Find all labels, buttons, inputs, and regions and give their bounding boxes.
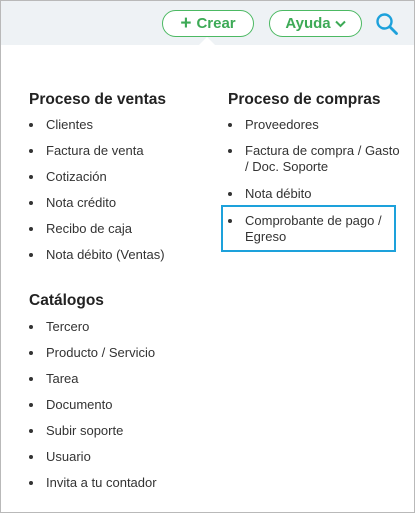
menu-item-subir-soporte[interactable]: Subir soporte: [29, 423, 157, 449]
menu-item-tercero[interactable]: Tercero: [29, 319, 157, 345]
menu-item-clientes[interactable]: Clientes: [29, 117, 165, 143]
menu-item-nota-debito-ventas[interactable]: Nota débito (Ventas): [29, 247, 165, 273]
menu-item-invita-a-tu-contador[interactable]: Invita a tu contador: [29, 475, 157, 501]
menu-item-proveedores[interactable]: Proveedores: [228, 117, 400, 143]
help-button[interactable]: Ayuda: [269, 10, 362, 37]
menu-item-factura-de-compra[interactable]: Factura de compra / Gasto / Doc. Soporte: [228, 143, 400, 186]
create-button[interactable]: + Crear: [162, 10, 254, 37]
catalogs-list: Tercero Producto / Servicio Tarea Docume…: [29, 319, 157, 501]
search-icon[interactable]: [375, 12, 399, 36]
purchases-section-title: Proceso de compras: [228, 91, 381, 108]
highlight-box: [221, 205, 396, 252]
plus-icon: +: [180, 13, 192, 34]
catalogs-section-title: Catálogos: [29, 292, 104, 309]
create-button-label: Crear: [196, 15, 236, 32]
menu-item-usuario[interactable]: Usuario: [29, 449, 157, 475]
menu-item-recibo-de-caja[interactable]: Recibo de caja: [29, 221, 165, 247]
menu-item-documento[interactable]: Documento: [29, 397, 157, 423]
menu-item-cotizacion[interactable]: Cotización: [29, 169, 165, 195]
dropdown-pointer: [199, 37, 215, 45]
menu-item-tarea[interactable]: Tarea: [29, 371, 157, 397]
help-button-label: Ayuda: [285, 15, 331, 32]
menu-item-factura-de-venta[interactable]: Factura de venta: [29, 143, 165, 169]
chevron-down-icon: [334, 20, 346, 28]
sales-section-title: Proceso de ventas: [29, 91, 166, 108]
menu-item-nota-credito[interactable]: Nota crédito: [29, 195, 165, 221]
sales-list: Clientes Factura de venta Cotización Not…: [29, 117, 165, 273]
menu-item-producto-servicio[interactable]: Producto / Servicio: [29, 345, 157, 371]
